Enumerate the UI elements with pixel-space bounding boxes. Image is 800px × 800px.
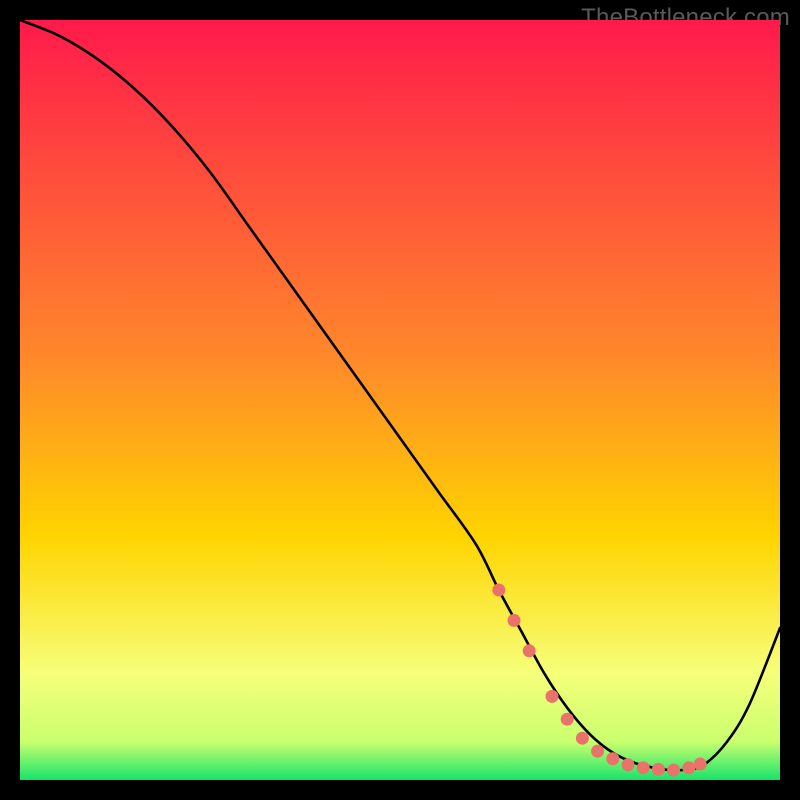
- marker-point: [546, 690, 559, 703]
- marker-point: [652, 763, 665, 776]
- marker-point: [694, 758, 707, 771]
- marker-point: [606, 752, 619, 765]
- marker-point: [667, 764, 680, 777]
- gradient-background: [20, 20, 780, 780]
- marker-point: [591, 745, 604, 758]
- chart-stage: TheBottleneck.com: [0, 0, 800, 800]
- marker-point: [523, 644, 536, 657]
- marker-point: [622, 758, 635, 771]
- marker-point: [508, 614, 521, 627]
- marker-point: [561, 713, 574, 726]
- marker-point: [576, 732, 589, 745]
- chart-plot: [20, 20, 780, 780]
- marker-point: [637, 761, 650, 774]
- chart-svg: [20, 20, 780, 780]
- marker-point: [492, 584, 505, 597]
- marker-point: [682, 761, 695, 774]
